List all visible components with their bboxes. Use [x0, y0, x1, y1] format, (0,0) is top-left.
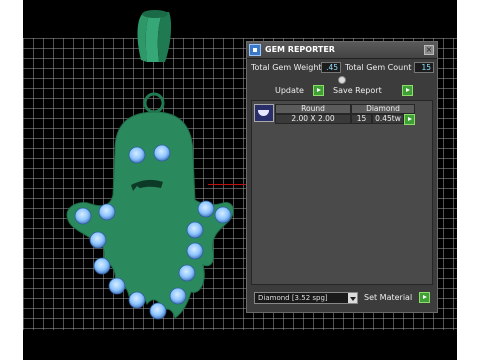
pendant-bail: [137, 10, 172, 114]
chevron-down-icon[interactable]: [348, 293, 357, 303]
header-shape: Round: [275, 104, 351, 114]
play-arrow-icon: [402, 85, 414, 96]
update-button-label: Update: [275, 86, 304, 95]
total-gem-count-field[interactable]: 15: [414, 62, 434, 73]
update-button[interactable]: Update: [275, 85, 324, 96]
row-select-arrow-icon[interactable]: [404, 114, 415, 125]
total-gem-weight-field[interactable]: .45: [321, 62, 341, 73]
set-material-button-label: Set Material: [364, 293, 413, 302]
round-diamond-icon[interactable]: [254, 104, 274, 122]
material-select[interactable]: Diamond [3.52 spg]: [254, 292, 358, 304]
gem-reporter-app-icon: [249, 44, 261, 56]
panel-title: GEM REPORTER: [265, 45, 335, 54]
close-icon[interactable]: ×: [424, 45, 434, 55]
set-material-button[interactable]: Set Material: [364, 292, 430, 303]
total-gem-count-label: Total Gem Count: [345, 63, 412, 72]
save-report-button[interactable]: Save Report: [333, 85, 414, 96]
panel-titlebar[interactable]: GEM REPORTER ×: [247, 42, 437, 59]
play-arrow-icon: [312, 85, 324, 96]
gem-size-cell: 2.00 X 2.00: [275, 114, 351, 124]
header-material: Diamond: [351, 104, 415, 114]
play-arrow-icon: [418, 292, 430, 303]
collapse-handle[interactable]: [338, 76, 346, 84]
total-gem-weight-label: Total Gem Weight: [251, 63, 322, 72]
gem-list: Round Diamond 2.00 X 2.00 15 0.45tw: [251, 100, 433, 285]
gem-weight-cell: 0.45tw: [372, 114, 404, 124]
save-report-button-label: Save Report: [333, 86, 382, 95]
material-select-value: Diamond [3.52 spg]: [258, 294, 328, 302]
gem-reporter-panel: GEM REPORTER × Total Gem Weight .45 Tota…: [246, 41, 438, 313]
gem-count-cell: 15: [351, 114, 372, 124]
